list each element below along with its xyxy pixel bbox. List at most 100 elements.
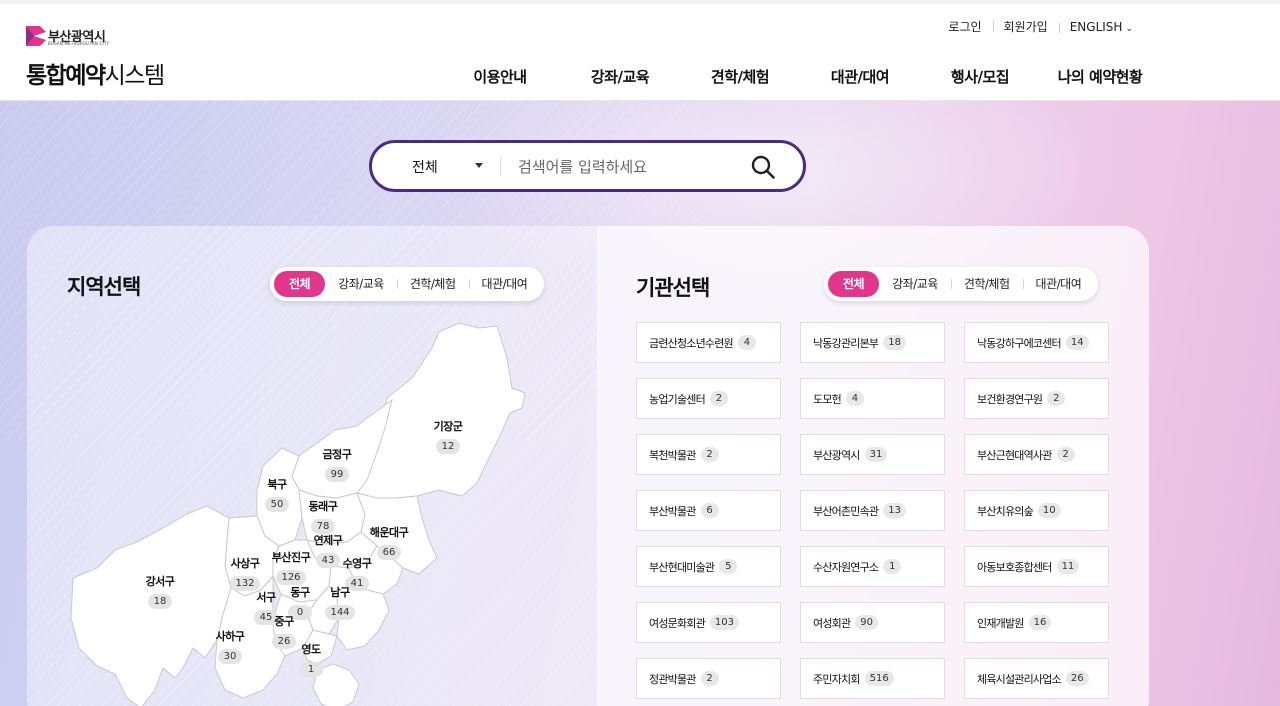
- hero-section: 전체 지역선택 전체 강좌/교육 견학/체험 대관/대여: [0, 101, 1280, 706]
- institution-item[interactable]: 정관박물관 2: [636, 658, 781, 699]
- institution-tab-all[interactable]: 전체: [828, 271, 880, 297]
- district-nam[interactable]: 남구 144: [310, 584, 370, 620]
- institution-tab-lecture[interactable]: 강좌/교육: [879, 271, 951, 297]
- district-gijang[interactable]: 기장군 12: [418, 418, 478, 454]
- institution-count: 11: [1056, 559, 1080, 574]
- institution-name: 부산근현대역사관: [977, 448, 1052, 462]
- district-dongnae[interactable]: 동래구 78: [293, 498, 353, 534]
- institution-count: 13: [883, 503, 906, 518]
- region-tab-lecture[interactable]: 강좌/교육: [325, 271, 397, 297]
- region-tab-rental[interactable]: 대관/대여: [468, 271, 541, 297]
- institution-item[interactable]: 부산근현대역사관 2: [964, 434, 1109, 475]
- region-tab-tour[interactable]: 견학/체험: [396, 271, 469, 297]
- nav-tour[interactable]: 견학/체험: [680, 66, 800, 87]
- district-gangseo[interactable]: 강서구 18: [130, 573, 190, 609]
- institution-name: 체육시설관리사업소: [977, 672, 1062, 686]
- institution-item[interactable]: 아동보호종합센터 11: [964, 546, 1109, 587]
- institution-name: 복천박물관: [649, 448, 696, 462]
- district-name: 서구: [256, 591, 276, 604]
- institution-count: 14: [1065, 335, 1089, 350]
- institution-item[interactable]: 부산어촌민속관 13: [800, 490, 945, 531]
- institution-item[interactable]: 부산현대미술관 5: [636, 546, 781, 587]
- district-name: 기장군: [433, 420, 463, 433]
- signup-link[interactable]: 회원가입: [992, 18, 1059, 35]
- institution-count: 6: [700, 503, 719, 518]
- institution-item[interactable]: 도모헌 4: [800, 378, 945, 419]
- district-count: 144: [325, 605, 355, 620]
- institution-count: 16: [1028, 615, 1052, 630]
- logo-city-name-en: BUSAN METROPOLITAN CITY: [48, 41, 110, 46]
- utility-nav: 로그인 회원가입 ENGLISH ⌄: [937, 18, 1144, 35]
- district-saha[interactable]: 사하구 30: [200, 628, 260, 664]
- login-link[interactable]: 로그인: [937, 18, 992, 35]
- institution-item[interactable]: 여성문화회관 103: [636, 602, 781, 643]
- institution-count: 2: [700, 671, 719, 686]
- district-geumjeong[interactable]: 금정구 99: [307, 446, 367, 482]
- institution-item[interactable]: 부산박물관 6: [636, 490, 781, 531]
- region-tab-all[interactable]: 전체: [274, 271, 326, 297]
- nav-guide[interactable]: 이용안내: [440, 66, 560, 87]
- district-count: 126: [276, 570, 306, 585]
- search-divider: [500, 156, 501, 176]
- district-name: 사하구: [215, 630, 245, 643]
- institution-count: 31: [864, 447, 888, 462]
- nav-lecture[interactable]: 강좌/교육: [560, 66, 680, 87]
- search-bar: 전체: [369, 140, 806, 192]
- institution-item[interactable]: 금련산청소년수련원 4: [636, 322, 781, 363]
- nav-my-reservations[interactable]: 나의 예약현황: [1040, 66, 1160, 87]
- institution-count: 18: [883, 335, 906, 350]
- district-count: 50: [265, 497, 289, 512]
- district-name: 금정구: [322, 448, 352, 461]
- institution-name: 주민자치회: [813, 672, 860, 686]
- district-sasang[interactable]: 사상구 132: [215, 555, 275, 591]
- nav-rental[interactable]: 대관/대여: [800, 66, 920, 87]
- institution-item[interactable]: 낙동강관리본부 18: [800, 322, 945, 363]
- district-name: 해운대구: [369, 526, 409, 539]
- institution-item[interactable]: 낙동강하구에코센터 14: [964, 322, 1109, 363]
- institution-name: 낙동강하구에코센터: [977, 336, 1062, 350]
- institution-count: 2: [709, 391, 728, 406]
- district-name: 강서구: [145, 575, 175, 588]
- institution-item[interactable]: 부산치유의숲 10: [964, 490, 1109, 531]
- district-name: 연제구: [313, 534, 343, 547]
- language-label: ENGLISH: [1069, 19, 1123, 34]
- institution-count: 90: [855, 615, 879, 630]
- region-panel: 지역선택 전체 강좌/교육 견학/체험 대관/대여 기장군 12 금정구 99 …: [27, 226, 597, 706]
- search-category-select[interactable]: 전체: [412, 157, 438, 177]
- institution-count: 2: [700, 447, 719, 462]
- institution-item[interactable]: 주민자치회 516: [800, 658, 945, 699]
- institution-item[interactable]: 체육시설관리사업소 26: [964, 658, 1109, 699]
- institution-count: 1: [883, 559, 902, 574]
- institution-title: 기관선택: [636, 276, 710, 300]
- district-count: 1: [299, 662, 323, 677]
- district-name: 영도: [301, 643, 321, 656]
- institution-item[interactable]: 수산자원연구소 1: [800, 546, 945, 587]
- search-input[interactable]: [518, 154, 738, 180]
- institution-name: 부산현대미술관: [649, 560, 715, 574]
- institution-tab-rental[interactable]: 대관/대여: [1022, 271, 1095, 297]
- institution-item[interactable]: 부산광역시 31: [800, 434, 945, 475]
- institution-count: 4: [845, 391, 864, 406]
- site-header: 부산광역시 BUSAN METROPOLITAN CITY 통합예약시스템 로그…: [0, 4, 1280, 101]
- institution-item[interactable]: 보건환경연구원 2: [964, 378, 1109, 419]
- institution-tab-tour[interactable]: 견학/체험: [950, 271, 1023, 297]
- institution-item[interactable]: 복천박물관 2: [636, 434, 781, 475]
- institution-count: 103: [709, 615, 740, 630]
- region-tabs: 전체 강좌/교육 견학/체험 대관/대여: [270, 267, 545, 301]
- district-count: 18: [148, 594, 172, 609]
- institution-count: 26: [1065, 671, 1089, 686]
- institution-name: 부산박물관: [649, 504, 696, 518]
- language-select[interactable]: ENGLISH ⌄: [1058, 19, 1144, 34]
- search-icon[interactable]: [750, 154, 776, 180]
- institution-item[interactable]: 인재개발원 16: [964, 602, 1109, 643]
- institution-item[interactable]: 농업기술센터 2: [636, 378, 781, 419]
- nav-event[interactable]: 행사/모집: [920, 66, 1040, 87]
- institution-count: 4: [737, 335, 756, 350]
- system-title-bold: 통합예약: [26, 63, 106, 89]
- caret-down-icon[interactable]: [475, 163, 483, 168]
- institution-item[interactable]: 여성회관 90: [800, 602, 945, 643]
- institution-name: 부산어촌민속관: [813, 504, 879, 518]
- district-count: 12: [436, 439, 460, 454]
- district-yeongdo[interactable]: 영도 1: [281, 641, 341, 677]
- institution-name: 도모헌: [813, 392, 842, 406]
